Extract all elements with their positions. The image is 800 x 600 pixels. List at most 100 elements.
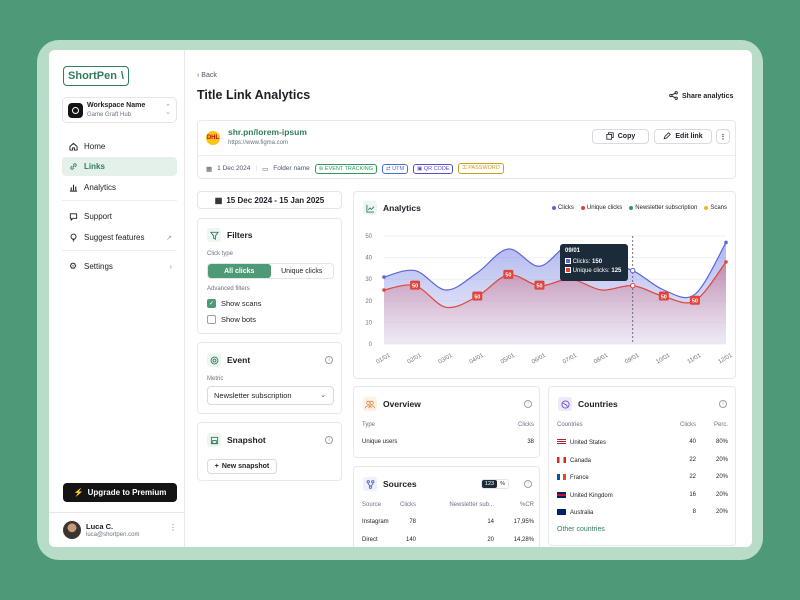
col-header: Clicks — [518, 422, 534, 428]
col-header: Clicks — [680, 422, 696, 428]
folder-name[interactable]: Folder name — [273, 165, 310, 172]
x-tick-label: 10/01 — [655, 352, 672, 365]
copy-label: Copy — [617, 133, 636, 140]
divider — [62, 200, 177, 201]
sidebar-item-suggest[interactable]: Suggest features ↗ — [62, 228, 177, 247]
col-header: %CR — [519, 502, 534, 508]
metric-select[interactable]: Newsletter subscription ⌄ — [207, 386, 334, 405]
country-name: United States — [570, 440, 607, 446]
short-link[interactable]: shr.pn/lorem-ipsum — [228, 127, 307, 137]
canada-flag-icon — [557, 457, 566, 463]
workspace-switcher[interactable]: Workspace Name Game Graft Hub ⌃ ⌄ — [62, 97, 177, 123]
legend-label: Clicks — [557, 205, 574, 211]
tag-qr-code: ▣ QR CODE — [413, 163, 454, 174]
created-date: 1 Dec 2024 — [217, 165, 251, 172]
info-icon[interactable]: i — [524, 400, 532, 408]
country-name: Canada — [570, 458, 592, 464]
save-icon — [207, 433, 221, 447]
click-type-toggle[interactable]: All clicks Unique clicks — [207, 263, 334, 279]
overview-title: Overview — [383, 399, 421, 409]
sidebar-item-analytics[interactable]: Analytics — [62, 178, 177, 197]
more-vertical-icon[interactable]: ⋮ — [169, 523, 177, 532]
edit-link-button[interactable]: Edit link — [654, 129, 712, 144]
destination-url[interactable]: https://www.figma.com — [228, 140, 288, 146]
legend-newsletter[interactable]: Newsletter subscription — [629, 205, 697, 211]
logo[interactable]: ShortPen \ — [63, 66, 129, 86]
unique-clicks-option[interactable]: Unique clicks — [271, 264, 334, 278]
show-bots-checkbox[interactable]: Show bots — [207, 315, 256, 324]
sidebar-item-home[interactable]: Home — [62, 137, 177, 156]
percent-option[interactable]: % — [497, 480, 508, 488]
legend-clicks[interactable]: Clicks — [551, 205, 574, 211]
separator: | — [255, 165, 258, 172]
table-row: France — [557, 474, 589, 481]
tooltip-unique-row: Unique clicks: 125 — [565, 267, 623, 274]
x-tick-label: 06/01 — [531, 352, 548, 365]
sidebar-item-links[interactable]: Links — [62, 157, 177, 176]
show-scans-checkbox[interactable]: ✓ Show scans — [207, 299, 261, 308]
x-tick-label: 03/01 — [438, 352, 455, 365]
info-icon[interactable]: i — [719, 400, 727, 408]
sidebar-item-support[interactable]: Support — [62, 207, 177, 226]
page-title: Title Link Analytics — [197, 88, 311, 102]
new-snapshot-button[interactable]: + New snapshot — [207, 459, 277, 474]
info-icon[interactable]: i — [325, 436, 333, 444]
logo-text: ShortPen — [68, 70, 117, 82]
link-icon — [68, 162, 78, 172]
analytics-chart[interactable]: 0 10 20 30 40 50 50 50 50 50 50 50 01/01 02/01 03/01 04… — [354, 226, 735, 376]
calendar-icon: ▦ — [206, 165, 213, 173]
pencil-icon — [663, 131, 672, 142]
count-option[interactable]: 123 — [481, 480, 498, 488]
x-tick-label: 12/01 — [717, 352, 734, 365]
click-type-label: Click type — [207, 251, 234, 257]
analytics-title: Analytics — [383, 203, 421, 213]
table-cell: Instagram — [362, 519, 389, 525]
event-marker-label: 50 — [692, 299, 698, 305]
workspace-avatar — [68, 103, 83, 118]
countries-header: Countries — [558, 397, 618, 411]
highlight-point — [630, 267, 636, 274]
table-cell: 38 — [527, 439, 534, 445]
info-icon[interactable]: i — [524, 480, 532, 488]
info-icon[interactable]: i — [325, 356, 333, 364]
copy-button[interactable]: Copy — [592, 129, 649, 144]
divider — [62, 250, 177, 251]
table-cell: 8 — [692, 509, 696, 515]
folder-icon: ▭ — [262, 165, 269, 173]
link-card: DHL shr.pn/lorem-ipsum https://www.figma… — [197, 120, 736, 179]
legend-scans[interactable]: Scans — [704, 205, 727, 211]
sidebar-item-settings[interactable]: ⚙ Settings › — [62, 257, 177, 276]
table-cell: 22 — [689, 457, 696, 463]
filter-icon — [207, 228, 221, 242]
sidebar-item-label: Suggest features — [84, 233, 145, 242]
y-tick-label: 10 — [365, 320, 372, 326]
user-profile[interactable]: Luca C. luca@shortpen.com ⋮ — [49, 512, 185, 547]
other-countries-link[interactable]: Other countries — [557, 526, 605, 533]
table-cell: 22 — [689, 474, 696, 480]
tag-label: QR CODE — [423, 165, 450, 172]
x-tick-label: 04/01 — [469, 352, 486, 365]
chevron-down-icon: ⌄ — [320, 392, 326, 399]
advanced-filters-label: Advanced filters — [207, 286, 250, 292]
data-point — [724, 260, 728, 264]
share-analytics-button[interactable]: Share analytics — [669, 91, 733, 102]
event-marker-label: 50 — [474, 294, 480, 300]
sources-unit-toggle[interactable]: 123 % — [480, 479, 509, 489]
data-point — [382, 275, 386, 279]
link-meta: ▦ 1 Dec 2024 | ▭ Folder name ⊚ EVENT TRA… — [206, 163, 504, 174]
date-range-picker[interactable]: ▦ 15 Dec 2024 - 15 Jan 2025 — [197, 191, 342, 209]
all-clicks-option[interactable]: All clicks — [208, 264, 271, 278]
table-cell: 20% — [715, 509, 728, 515]
event-marker-label: 50 — [661, 294, 667, 300]
upgrade-button[interactable]: ⚡ Upgrade to Premium — [63, 483, 177, 502]
back-link[interactable]: ‹ Back — [197, 72, 217, 79]
event-marker-label: 50 — [536, 283, 542, 289]
more-options-button[interactable]: ⋮ — [716, 129, 730, 144]
legend-unique-clicks[interactable]: Unique clicks — [580, 205, 622, 211]
snapshot-header: Snapshot — [207, 433, 266, 447]
col-header: Type — [362, 422, 376, 428]
table-cell: Unique users — [362, 439, 398, 445]
share-label: Share analytics — [682, 93, 734, 100]
filters-card: Filters Click type All clicks Unique cli… — [197, 218, 342, 334]
tooltip-value: 125 — [611, 268, 622, 274]
